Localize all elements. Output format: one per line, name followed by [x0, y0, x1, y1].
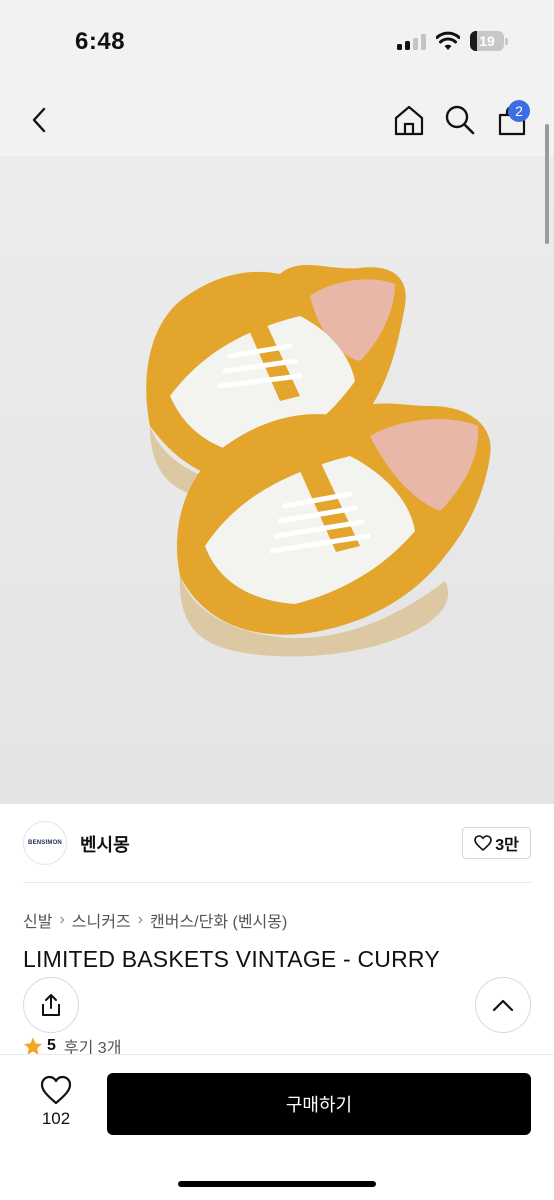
rating-value: 5 — [47, 1037, 56, 1054]
buy-button[interactable]: 구매하기 — [107, 1073, 531, 1135]
product-image[interactable] — [0, 156, 554, 804]
breadcrumb-item[interactable]: 캔버스/단화 (벤시몽) — [150, 908, 287, 932]
like-count: 102 — [41, 1109, 71, 1128]
breadcrumb-item[interactable]: 신발 — [23, 908, 52, 932]
wifi-icon — [435, 31, 461, 51]
search-icon[interactable] — [442, 102, 478, 138]
battery-level: 19 — [479, 33, 495, 49]
share-icon — [42, 994, 60, 1016]
cellular-signal-icon — [397, 34, 427, 50]
home-icon[interactable] — [391, 102, 427, 138]
divider — [23, 882, 531, 883]
chevron-right-icon: › — [137, 911, 143, 928]
brand-logo[interactable]: BENSIMON — [23, 821, 67, 865]
home-indicator — [178, 1181, 376, 1187]
breadcrumb-item[interactable]: 스니커즈 — [72, 908, 131, 932]
chevron-up-icon — [492, 999, 514, 1012]
breadcrumb: 신발 › 스니커즈 › 캔버스/단화 (벤시몽) — [23, 908, 287, 932]
share-button[interactable] — [23, 977, 79, 1033]
cart-count-badge: 2 — [508, 100, 530, 122]
like-button[interactable] — [40, 1075, 72, 1105]
star-icon — [24, 1037, 42, 1055]
brand-like-count: 3만 — [495, 837, 519, 854]
status-bar: 6:48 19 — [0, 0, 554, 84]
chevron-right-icon: › — [59, 911, 65, 928]
brand-name[interactable]: 벤시몽 — [80, 831, 130, 857]
battery-icon: 19 — [470, 31, 508, 51]
page-scrollbar[interactable] — [545, 124, 549, 244]
brand-like-button[interactable]: 3만 — [462, 827, 531, 859]
scroll-top-button[interactable] — [475, 977, 531, 1033]
heart-icon — [474, 835, 492, 851]
status-time: 6:48 — [75, 28, 126, 55]
nav-bar — [0, 84, 554, 156]
product-title: LIMITED BASKETS VINTAGE - CURRY — [23, 946, 440, 972]
heart-icon — [40, 1075, 72, 1105]
back-chevron-icon[interactable] — [22, 102, 58, 138]
